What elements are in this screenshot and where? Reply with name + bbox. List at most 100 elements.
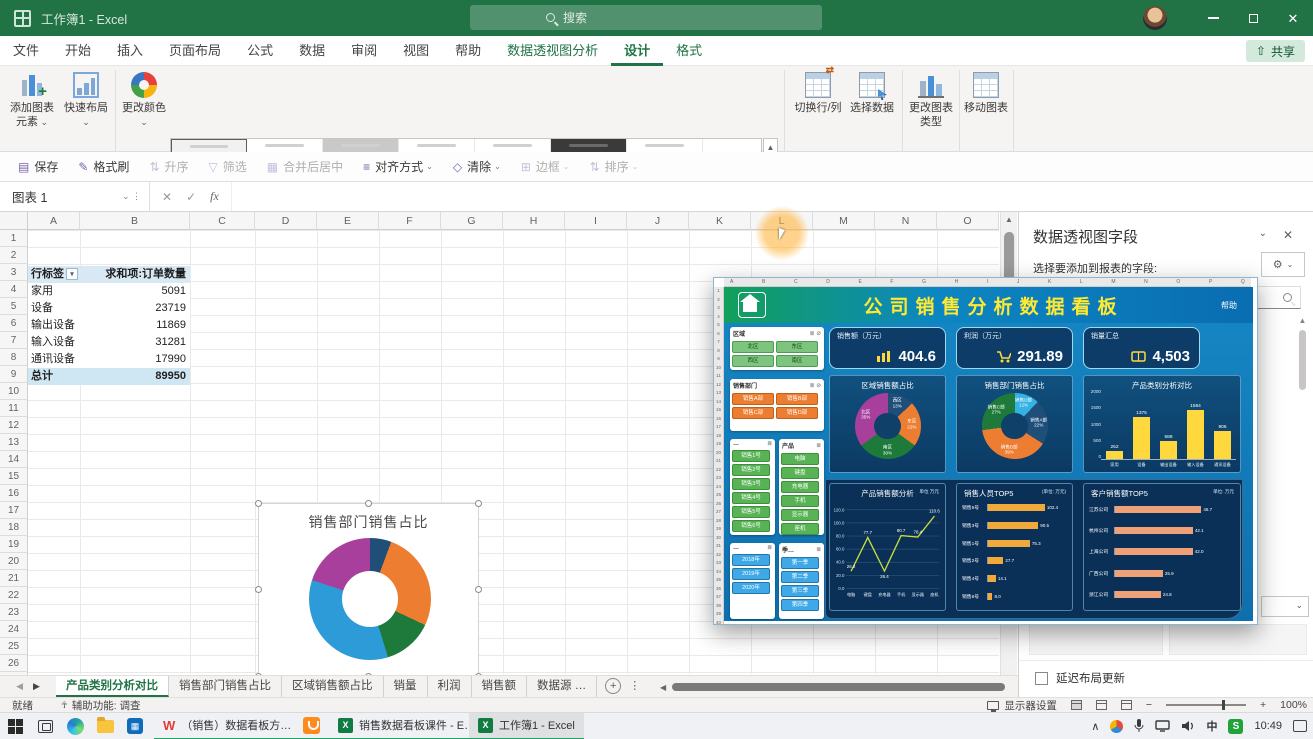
formula-input[interactable] [232,182,1313,211]
row-header-8[interactable]: 8 [0,349,28,366]
donut-chart[interactable] [259,504,478,675]
row-label-filter-icon[interactable]: ▾ [66,268,78,280]
row-header-21[interactable]: 21 [0,570,28,587]
slicer-button[interactable]: 西区 [732,355,774,367]
sogou-icon[interactable]: S [1228,719,1243,734]
multiselect-icon[interactable]: ≣ [767,545,772,551]
menu-tab-11[interactable]: 格式 [663,36,715,66]
dashboard-picture-overlay[interactable]: ABCDEFGHIJKLMNOPQ 1234567891011121314151… [713,277,1258,625]
edge-icon[interactable] [60,713,90,739]
slicer-button[interactable]: 电脑 [781,453,819,465]
display-tray-icon[interactable] [1155,720,1170,732]
region-donut-card[interactable]: 区域销售额占比 西区13%东区22%南区30%北区35% [829,375,946,473]
row-header-6[interactable]: 6 [0,315,28,332]
pivot-cell[interactable]: 行标签▾ [28,266,80,283]
column-header-G[interactable]: G [441,212,503,230]
row-header-17[interactable]: 17 [0,502,28,519]
slicer-button[interactable]: 销售2号 [732,464,770,476]
move-chart-button[interactable]: 移动图表 [960,72,1012,116]
add-chart-element-button[interactable]: 添加图表元素 ⌄ [6,72,58,130]
sheet-nav-right-icon[interactable]: ▶ [33,681,40,692]
customer-top-card[interactable]: 客户销售额TOP5 单位: 万元 江苏公司46.7杭州公司42.1上海公司42.… [1083,483,1241,611]
row-header-11[interactable]: 11 [0,400,28,417]
scroll-up-icon[interactable]: ▲ [1001,212,1017,228]
quickbar-save[interactable]: ▤保存 [10,155,66,179]
column-header-A[interactable]: A [28,212,80,230]
defer-layout-checkbox[interactable] [1035,672,1048,685]
row-header-25[interactable]: 25 [0,638,28,655]
multiselect-icon[interactable]: ≣ [816,443,821,449]
minimize-button[interactable] [1193,0,1233,36]
slicer-button[interactable]: 充电器 [781,481,819,493]
ime-icon[interactable]: 中 [1206,718,1217,734]
taskbar-button-1[interactable] [294,713,329,739]
pivot-table[interactable]: 行标签▾求和项:订单数量家用5091设备23719输出设备11869输入设备31… [28,266,190,385]
slicer-button[interactable]: 销售6号 [732,520,770,532]
menu-tab-7[interactable]: 视图 [390,36,442,66]
row-header-16[interactable]: 16 [0,485,28,502]
slicer-button[interactable]: 第四季 [781,599,819,611]
pivot-cell[interactable]: 输入设备 [28,334,80,351]
row-header-14[interactable]: 14 [0,451,28,468]
slicer-button[interactable]: 键盘 [781,467,819,479]
sheet-tab-0[interactable]: 产品类别分析对比 [56,676,169,697]
column-header-D[interactable]: D [255,212,317,230]
slicer-button[interactable]: 手机 [781,495,819,507]
zoom-level[interactable]: 100% [1280,699,1307,711]
page-break-view-icon[interactable] [1121,700,1132,710]
slicer-button[interactable]: 销售1号 [732,450,770,462]
column-header-O[interactable]: O [937,212,999,230]
normal-view-icon[interactable] [1071,700,1082,710]
clear-filter-icon[interactable]: ⊘ [816,331,821,337]
menu-tab-0[interactable]: 文件 [0,36,52,66]
pane-collapse-icon[interactable]: ⌄ [1259,228,1267,239]
row-header-3[interactable]: 3 [0,264,28,281]
page-layout-view-icon[interactable] [1096,700,1107,710]
multiselect-icon[interactable]: ≣ [816,547,821,553]
row-header-24[interactable]: 24 [0,621,28,638]
multiselect-icon[interactable]: ≣ [810,383,815,389]
slicer-button[interactable]: 销售4号 [732,492,770,504]
pivot-cell[interactable]: 23719 [80,300,190,317]
change-chart-type-button[interactable]: 更改图表类型 [905,72,957,130]
multiselect-icon[interactable]: ≣ [810,331,815,337]
row-header-10[interactable]: 10 [0,383,28,400]
pivot-cell[interactable]: 5091 [80,283,190,300]
notification-center-icon[interactable] [1293,720,1307,732]
accessibility-status[interactable]: ☥ 辅助功能: 调查 [61,698,141,713]
menu-tab-5[interactable]: 数据 [286,36,338,66]
column-header-F[interactable]: F [379,212,441,230]
row-header-20[interactable]: 20 [0,553,28,570]
slicer-button[interactable]: 销售A部 [732,393,774,405]
salesman-top-card[interactable]: 销售人员TOP5 (单位: 万元) 销售5号102.4销售3号90.5销售1号7… [956,483,1073,611]
pivot-cell[interactable]: 11869 [80,317,190,334]
menu-tab-9[interactable]: 数据透视图分析 [494,36,611,66]
pivot-cell[interactable]: 89950 [80,368,190,385]
slicer-quarter[interactable]: 季…≣ 第一季第二季第三季第四季 [779,543,824,619]
sheet-nav-left-icon[interactable]: ◀ [16,681,23,692]
hidden-icons-chevron[interactable]: ∧ [1091,720,1099,733]
values-area-box[interactable] [1169,624,1307,655]
clear-filter-icon[interactable]: ⊘ [816,383,821,389]
menu-tab-3[interactable]: 页面布局 [156,36,234,66]
insert-function-icon[interactable]: fx [210,189,219,204]
quick-layout-button[interactable]: 快速布局 ⌄ [60,72,112,130]
column-header-H[interactable]: H [503,212,565,230]
product-line-card[interactable]: 产品销售额分析 单位 万元 0.020.040.060.080.0100.012… [829,483,946,611]
row-header-7[interactable]: 7 [0,332,28,349]
slicer-button[interactable]: 销售B部 [776,393,818,405]
zoom-out-icon[interactable]: − [1146,699,1152,711]
maximize-button[interactable] [1233,0,1273,36]
menu-tab-6[interactable]: 审阅 [338,36,390,66]
slicer-button[interactable]: 北区 [732,341,774,353]
taskbar-button-2[interactable]: X销售数据看板课件 - E… [329,713,469,739]
cancel-entry-icon[interactable]: ✕ [162,190,172,204]
quickbar-align[interactable]: ≡对齐方式⌄ [355,155,441,179]
slicer-button[interactable]: 座机 [781,523,819,535]
slicer-button[interactable]: 2020年 [732,582,770,594]
slicer-button[interactable]: 南区 [776,355,818,367]
row-header-26[interactable]: 26 [0,655,28,672]
share-button[interactable]: ⇧ 共享 [1246,40,1305,62]
zoom-slider[interactable] [1166,704,1246,706]
name-box[interactable]: 图表 1⌄ ⋮ [0,182,150,211]
